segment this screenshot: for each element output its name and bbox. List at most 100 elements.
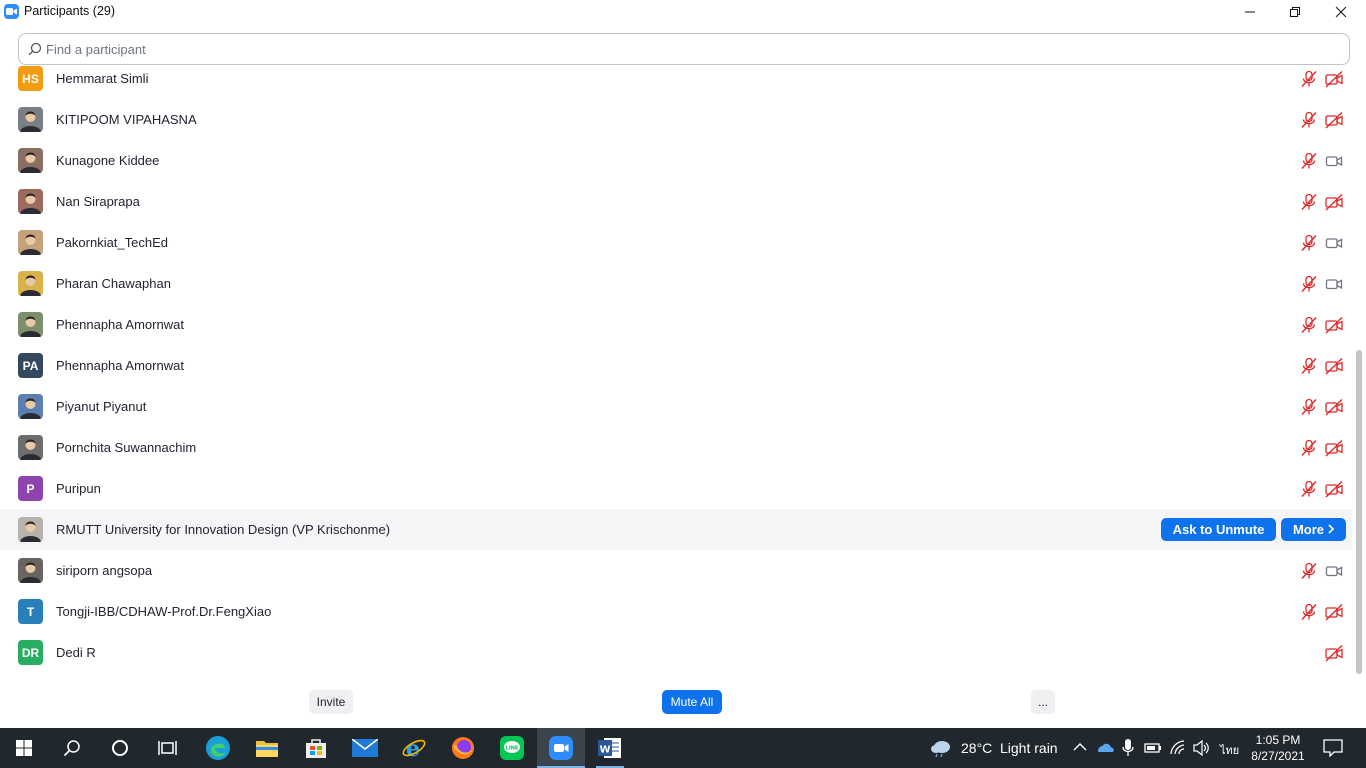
clock[interactable]: 1:05 PM 8/27/2021 [1247,732,1309,764]
line-icon: LINE [500,736,524,760]
participant-row[interactable]: HS Hemmarat Simli [0,58,1352,99]
avatar [18,558,43,583]
video-off-icon [1325,439,1343,457]
participant-row[interactable]: PA Phennapha Amornwat [0,345,1352,386]
svg-text:LINE: LINE [506,746,519,752]
line-app[interactable]: LINE [488,728,536,768]
video-off-icon [1325,644,1343,662]
participant-row[interactable]: Nan Siraprapa [0,181,1352,222]
firefox-app[interactable] [439,728,487,768]
avatar [18,230,43,255]
mail-icon [352,739,378,757]
battery-icon[interactable] [1144,740,1162,756]
participant-row[interactable]: Kunagone Kiddee [0,140,1352,181]
zoom-app-icon [4,4,19,19]
file-explorer-app[interactable] [243,728,291,768]
participant-row[interactable]: RMUTT University for Innovation Design (… [0,509,1352,550]
microphone-muted-icon [1300,357,1318,375]
task-view-icon [158,741,177,755]
start-button[interactable] [0,728,48,768]
close-button[interactable] [1318,0,1364,24]
volume-icon[interactable] [1193,740,1211,756]
avatar [18,517,43,542]
microphone-muted-icon [1300,562,1318,580]
participant-row[interactable]: Piyanut Piyanut [0,386,1352,427]
invite-button[interactable]: Invite [309,690,353,714]
participant-row[interactable]: Pakornkiat_TechEd [0,222,1352,263]
more-options-button[interactable]: ... [1031,690,1055,714]
participant-row[interactable]: Phennapha Amornwat [0,304,1352,345]
word-app[interactable]: W [586,728,634,768]
weather-temperature[interactable]: 28°C [961,740,992,756]
participant-name: Nan Siraprapa [56,194,140,209]
taskbar: e LINE W 28°C Light rain ไทย 1:05 PM 8/2… [0,728,1366,768]
video-on-icon [1325,234,1343,252]
wifi-icon[interactable] [1170,740,1188,756]
video-off-icon [1325,357,1343,375]
participant-name: Tongji-IBB/CDHAW-Prof.Dr.FengXiao [56,604,272,619]
minimize-button[interactable] [1227,0,1273,24]
edge-icon [206,736,230,760]
onedrive-icon[interactable] [1096,741,1114,753]
participant-row[interactable]: T Tongji-IBB/CDHAW-Prof.Dr.FengXiao [0,591,1352,632]
more-label: More [1292,522,1325,537]
microphone-muted-icon [1300,603,1318,621]
participant-name: Phennapha Amornwat [56,358,184,373]
microphone-muted-icon [1300,439,1318,457]
internet-explorer-app[interactable]: e [390,728,438,768]
participant-row[interactable]: DR Dedi R [0,632,1352,672]
participant-name: Dedi R [56,645,96,660]
restore-button[interactable] [1272,0,1318,24]
firefox-icon [452,737,474,759]
mute-all-button[interactable]: Mute All [662,690,722,714]
participant-row[interactable]: Pornchita Suwannachim [0,427,1352,468]
scrollbar-thumb[interactable] [1356,350,1362,674]
chevron-right-icon [1328,522,1335,537]
microphone-icon[interactable] [1122,739,1134,757]
participant-more-button[interactable]: More [1281,518,1346,541]
video-on-icon [1325,275,1343,293]
weather-condition[interactable]: Light rain [1000,740,1058,756]
participant-list[interactable]: HS Hemmarat Simli KITIPOOM VIPAHASNA Kunago… [0,58,1352,672]
participant-name: Piyanut Piyanut [56,399,147,414]
avatar [18,189,43,214]
cortana-button[interactable] [96,728,144,768]
ask-to-unmute-button[interactable]: Ask to Unmute [1161,518,1276,541]
folder-icon [256,741,278,757]
notifications-icon[interactable] [1323,739,1343,757]
window-title: Participants (29) [24,4,116,18]
video-off-icon [1325,480,1343,498]
participant-row[interactable]: P Puripun [0,468,1352,509]
clock-date: 8/27/2021 [1251,749,1305,763]
store-app[interactable] [292,728,340,768]
input-language-indicator[interactable]: ไทย [1220,741,1239,759]
task-view-button[interactable] [144,728,192,768]
avatar: T [18,599,43,624]
participant-row[interactable]: KITIPOOM VIPAHASNA [0,99,1352,140]
microphone-muted-icon [1300,398,1318,416]
video-off-icon [1325,316,1343,334]
search-taskbar-button[interactable] [48,728,96,768]
zoom-icon [549,736,573,760]
weather-cloud-icon[interactable] [930,739,952,757]
avatar: DR [18,640,43,665]
microphone-muted-icon [1300,316,1318,334]
participant-name: Kunagone Kiddee [56,153,160,168]
mail-app[interactable] [341,728,389,768]
windows-icon [16,740,32,756]
participant-row[interactable]: siriporn angsopa [0,550,1352,591]
show-hidden-icons-chevron-icon[interactable] [1073,742,1087,752]
participant-row[interactable]: Pharan Chawaphan [0,263,1352,304]
participant-name: Pharan Chawaphan [56,276,171,291]
search-icon [63,740,80,757]
microphone-muted-icon [1300,152,1318,170]
microphone-muted-icon [1300,193,1318,211]
avatar [18,394,43,419]
avatar [18,107,43,132]
edge-app[interactable] [194,728,242,768]
avatar: P [18,476,43,501]
video-off-icon [1325,398,1343,416]
participant-name: Hemmarat Simli [56,71,149,86]
participant-name: RMUTT University for Innovation Design (… [56,522,391,537]
zoom-app[interactable] [537,728,585,768]
